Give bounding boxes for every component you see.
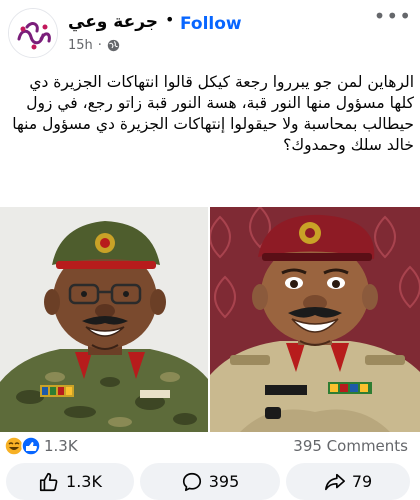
comment-button[interactable]: 395	[140, 463, 280, 500]
share-button[interactable]: 79	[286, 463, 410, 500]
share-count: 79	[351, 472, 373, 491]
reaction-icons[interactable]	[4, 436, 44, 456]
share-icon	[324, 473, 345, 490]
like-count: 1.3K	[66, 472, 102, 491]
post-image-right[interactable]	[210, 207, 420, 432]
post-meta: 15h ·	[68, 38, 120, 53]
more-options-button[interactable]: •••	[374, 4, 412, 28]
reactions-summary: 1.3K 395 Comments	[0, 433, 420, 459]
page-name[interactable]: جرعة وعي	[68, 12, 158, 32]
page-logo-icon	[9, 9, 57, 57]
action-bar: 1.3K 395 79	[0, 463, 420, 500]
follow-button[interactable]: Follow	[180, 14, 242, 34]
separator-dot: •	[165, 10, 175, 29]
reaction-count[interactable]: 1.3K	[44, 437, 78, 455]
post-text: الرهاين لمن جو يبرروا رجعة كيكل قالوا ان…	[12, 73, 414, 154]
comments-count[interactable]: 395 Comments	[293, 437, 408, 455]
globe-icon	[107, 39, 120, 52]
like-icon	[39, 472, 58, 491]
page-avatar[interactable]	[8, 8, 58, 58]
comment-icon	[182, 472, 201, 491]
post-time[interactable]: 15h	[68, 38, 93, 53]
caricature-officer-right-image	[210, 207, 420, 432]
like-button[interactable]: 1.3K	[6, 463, 134, 500]
caricature-officer-left-image	[0, 207, 208, 432]
meta-dot: ·	[97, 38, 102, 53]
post-header: جرعة وعي • Follow 15h · •••	[0, 0, 420, 58]
comment-count: 395	[208, 472, 240, 491]
post-images[interactable]	[0, 207, 420, 432]
post-image-left[interactable]	[0, 207, 208, 432]
